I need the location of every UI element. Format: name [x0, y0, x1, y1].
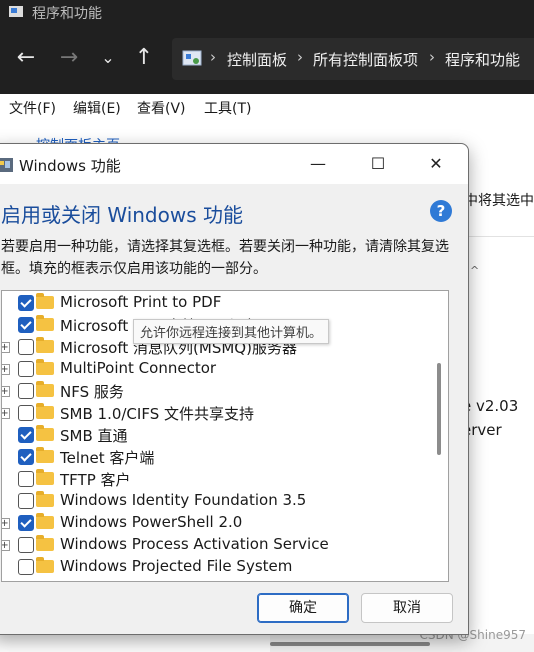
feature-checkbox[interactable] [18, 339, 34, 355]
feature-row[interactable]: Windows Projected File System [2, 557, 422, 579]
expand-plus-icon[interactable]: + [2, 364, 10, 375]
forward-arrow-icon[interactable]: → [55, 44, 83, 72]
feature-checkbox[interactable] [18, 361, 34, 377]
control-panel-icon [182, 50, 202, 66]
feature-label: Telnet 客户端 [60, 449, 155, 467]
folder-icon [36, 535, 54, 551]
feature-label: Windows Process Activation Service [60, 535, 329, 553]
bg-program-name: e v2.03 [462, 397, 519, 415]
menu-bar: 文件(F) 编辑(E) 查看(V) 工具(T) [0, 94, 534, 122]
breadcrumb-chevron-icon: › [429, 48, 435, 66]
folder-icon [36, 491, 54, 507]
dialog-heading: 启用或关闭 Windows 功能 [1, 203, 243, 227]
folder-icon [36, 293, 54, 309]
breadcrumb-programs[interactable]: 程序和功能 [445, 49, 520, 70]
feature-checkbox[interactable] [18, 317, 34, 333]
feature-label: NFS 服务 [60, 383, 124, 401]
expand-plus-icon[interactable]: + [2, 342, 10, 353]
feature-row[interactable]: SMB 直通 [2, 425, 422, 447]
feature-checkbox[interactable] [18, 295, 34, 311]
dialog-description: 若要启用一种功能，请选择其复选框。若要关闭一种功能，请清除其复选框。填充的框表示… [1, 239, 449, 277]
windows-features-icon [0, 158, 13, 172]
explorer-navbar: ← → ⌄ ↑ › 控制面板 › 所有控制面板项 › 程序和功能 [0, 28, 534, 94]
folder-icon [36, 403, 54, 419]
feature-label: SMB 直通 [60, 427, 128, 445]
folder-icon [36, 513, 54, 529]
feature-checkbox[interactable] [18, 537, 34, 553]
menu-edit[interactable]: 编辑(E) [73, 98, 121, 118]
feature-checkbox[interactable] [18, 405, 34, 421]
feature-row[interactable]: + Windows Process Activation Service [2, 535, 422, 557]
folder-icon [36, 425, 54, 441]
dialog-title: Windows 功能 [19, 157, 121, 175]
address-bar[interactable]: › 控制面板 › 所有控制面板项 › 程序和功能 [172, 38, 534, 80]
close-icon[interactable]: ✕ [421, 152, 451, 176]
vertical-scrollbar[interactable] [432, 291, 446, 581]
menu-view[interactable]: 查看(V) [137, 98, 186, 118]
feature-row[interactable]: Windows Identity Foundation 3.5 [2, 491, 422, 513]
feature-row[interactable]: Telnet 客户端 [2, 447, 422, 469]
feature-label: TFTP 客户 [60, 471, 131, 489]
dialog-titlebar[interactable]: Windows 功能 — ☐ ✕ [0, 144, 468, 184]
feature-row[interactable]: + NFS 服务 [2, 381, 422, 403]
feature-row[interactable]: + SMB 1.0/CIFS 文件共享支持 [2, 403, 422, 425]
explorer-title: 程序和功能 [32, 6, 102, 22]
feature-label: Windows PowerShell 2.0 [60, 513, 243, 531]
feature-checkbox[interactable] [18, 383, 34, 399]
breadcrumb-chevron-icon: › [210, 48, 216, 66]
folder-icon [36, 557, 54, 573]
breadcrumb-all-items[interactable]: 所有控制面板项 [313, 49, 418, 70]
folder-icon [36, 381, 54, 397]
expand-plus-icon[interactable]: + [2, 540, 10, 551]
expand-plus-icon[interactable]: + [2, 386, 10, 397]
breadcrumb-chevron-icon: › [297, 48, 303, 66]
folder-icon [36, 359, 54, 375]
feature-row[interactable]: Microsoft Print to PDF [2, 293, 422, 315]
back-arrow-icon[interactable]: ← [12, 44, 40, 72]
feature-label: Windows Identity Foundation 3.5 [60, 491, 307, 509]
menu-tools[interactable]: 工具(T) [204, 98, 251, 118]
cancel-button[interactable]: 取消 [361, 593, 453, 623]
feature-checkbox[interactable] [18, 515, 34, 531]
folder-icon [36, 469, 54, 485]
up-arrow-icon[interactable]: ↑ [130, 44, 158, 72]
feature-label: Windows Projected File System [60, 557, 293, 575]
feature-checkbox[interactable] [18, 427, 34, 443]
minimize-icon[interactable]: — [303, 152, 333, 176]
feature-label: MultiPoint Connector [60, 359, 217, 377]
scrollbar-thumb[interactable] [437, 363, 441, 455]
feature-row[interactable]: + MultiPoint Connector [2, 359, 422, 381]
feature-label: SMB 1.0/CIFS 文件共享支持 [60, 405, 254, 423]
breadcrumb-control-panel[interactable]: 控制面板 [227, 49, 287, 70]
feature-checkbox[interactable] [18, 449, 34, 465]
bg-instruction-text: 中将其选中， [464, 193, 534, 209]
feature-checkbox[interactable] [18, 471, 34, 487]
folder-icon [36, 315, 54, 331]
feature-checkbox[interactable] [18, 559, 34, 575]
recent-chevron-down-icon[interactable]: ⌄ [94, 44, 122, 72]
folder-icon [36, 447, 54, 463]
tooltip: 允许你远程连接到其他计算机。 [133, 319, 330, 344]
windows-features-dialog: Windows 功能 — ☐ ✕ 启用或关闭 Windows 功能 ? 若要启用… [0, 143, 469, 635]
feature-checkbox[interactable] [18, 493, 34, 509]
expand-plus-icon[interactable]: + [2, 518, 10, 529]
sort-caret-icon[interactable]: ^ [470, 264, 479, 277]
expand-plus-icon[interactable]: + [2, 408, 10, 419]
menu-file[interactable]: 文件(F) [9, 98, 56, 118]
explorer-titlebar: 程序和功能 [0, 0, 534, 28]
help-icon[interactable]: ? [430, 200, 452, 222]
feature-row[interactable]: TFTP 客户 [2, 469, 422, 491]
programs-icon [9, 6, 23, 17]
maximize-icon[interactable]: ☐ [363, 152, 393, 176]
folder-icon [36, 337, 54, 353]
bg-divider [464, 236, 534, 237]
feature-label: Microsoft Print to PDF [60, 293, 222, 311]
ok-button[interactable]: 确定 [257, 593, 349, 623]
scrollbar-thumb[interactable] [270, 642, 430, 646]
feature-row[interactable]: + Windows PowerShell 2.0 [2, 513, 422, 535]
